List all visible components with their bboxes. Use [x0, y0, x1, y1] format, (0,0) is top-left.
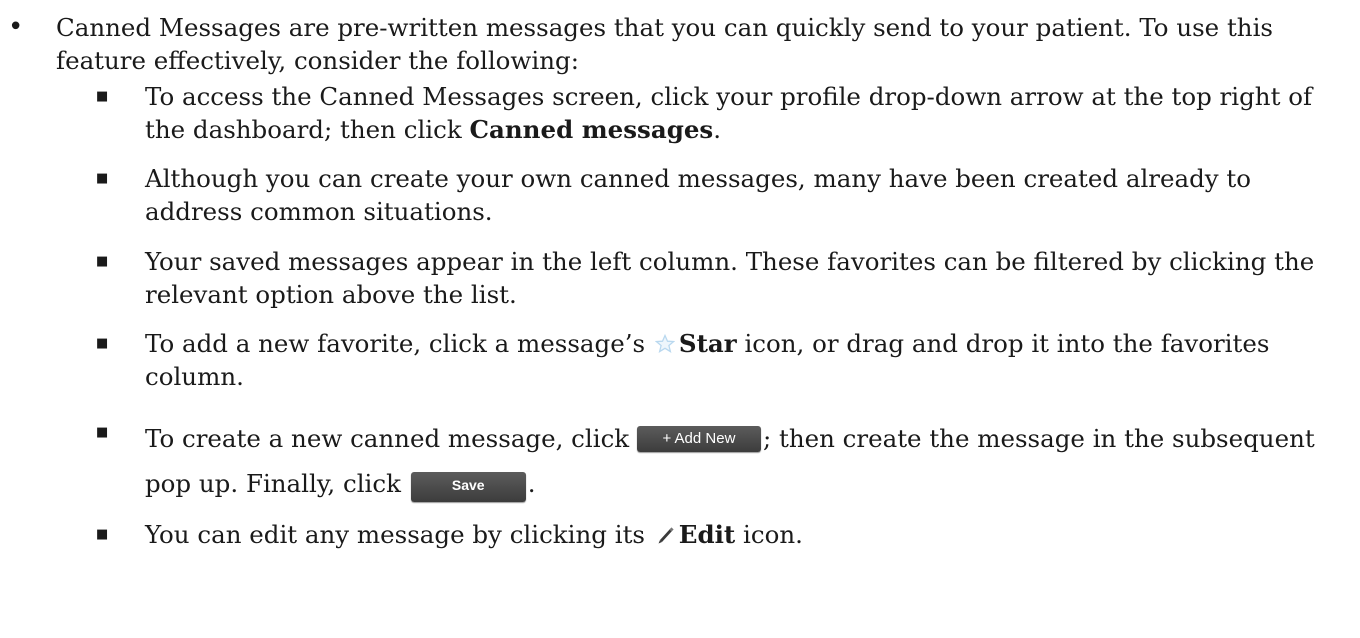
canned-messages-label: Canned messages	[469, 115, 714, 144]
star-icon	[654, 329, 676, 353]
list-item: Your saved messages appear in the left c…	[145, 247, 1315, 309]
list-item: You can edit any message by clicking its…	[145, 518, 1355, 551]
sub-bullet: ■	[96, 425, 109, 440]
add-new-button: + Add New	[636, 426, 761, 452]
sub-bullet: ■	[96, 171, 109, 186]
main-bullet: •	[8, 12, 24, 42]
list-item-text: .	[527, 469, 536, 498]
star-label: Star	[678, 329, 737, 358]
sub-bullet: ■	[96, 336, 109, 351]
sub-bullet: ■	[96, 527, 109, 542]
sub-bullet: ■	[96, 89, 109, 104]
list-item: To create a new canned message, click + …	[145, 416, 1355, 506]
list-item-text: You can edit any message by clicking its	[145, 520, 653, 549]
sub-bullet: ■	[96, 254, 109, 269]
list-item-text: icon.	[735, 520, 803, 549]
list-item-text: To create a new canned message, click	[145, 424, 637, 453]
list-item: To add a new favorite, click a message’s…	[145, 327, 1355, 393]
list-item-text: To add a new favorite, click a message’s	[145, 329, 653, 358]
list-item: Although you can create your own canned …	[145, 164, 1252, 226]
edit-label: Edit	[678, 520, 736, 549]
save-button: Save	[410, 472, 526, 502]
pencil-icon	[655, 520, 675, 544]
list-item: To access the Canned Messages screen, cl…	[145, 80, 1355, 146]
list-item-text: .	[713, 115, 722, 144]
intro-paragraph: Canned Messages are pre-written messages…	[56, 13, 1273, 75]
list-item-text: To access the Canned Messages screen, cl…	[145, 82, 1313, 144]
